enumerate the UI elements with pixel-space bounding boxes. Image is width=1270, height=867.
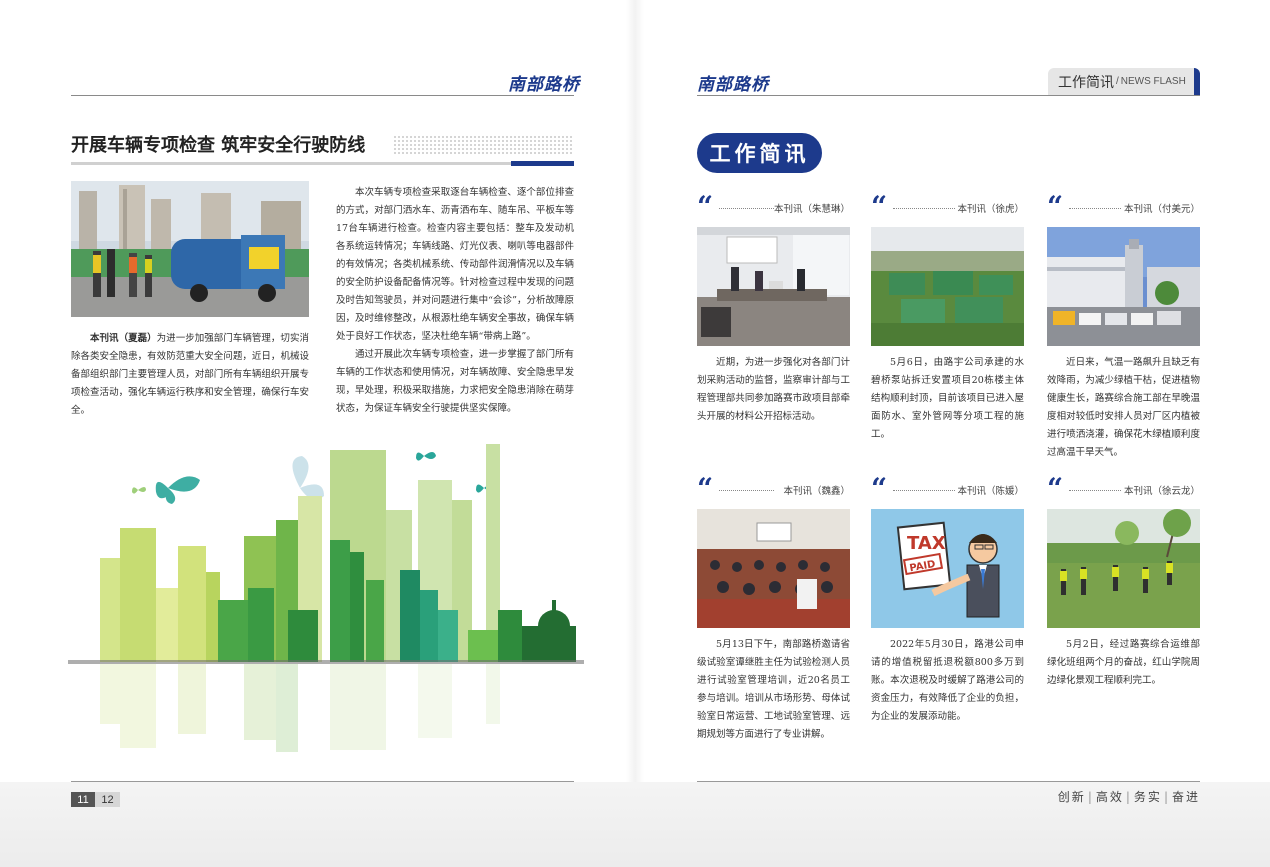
brief-text: 5月6日，由路宇公司承建的水碧桥泵站拆迁安置项目20栋楼主体结构顺利封顶，目前该… (871, 357, 1024, 440)
slogan-word: 务实 (1133, 790, 1162, 804)
article-photo-truck (71, 181, 309, 317)
brief-source: 本刊讯（徐虎） (957, 204, 1024, 215)
brief-item-6: “ 本刊讯（徐云龙） 5月2日，经过路赛综合运维部绿化班组两个月的奋战，红山学院… (1047, 475, 1200, 690)
slogan-separator: | (1163, 790, 1170, 804)
slogan-word: 高效 (1095, 790, 1124, 804)
article-caption: 本刊讯（夏磊）为进一步加强部门车辆管理，切实消除各类安全隐患，有效防范重大安全问… (71, 330, 309, 420)
section-tab-edge (1194, 68, 1200, 95)
brief-byline: “ 本刊讯（陈媛） (871, 475, 1024, 503)
brief-illustration-tax: TAX PAID (871, 509, 1024, 628)
quote-mark-icon: “ (1047, 472, 1064, 505)
brief-byline: “ 本刊讯（魏鑫） (697, 475, 850, 503)
quote-mark-icon: “ (871, 472, 888, 505)
header-logo-left: 南部路桥 (508, 75, 580, 95)
brief-source: 本刊讯（魏鑫） (783, 486, 850, 497)
footer-rule-left (71, 781, 574, 782)
article-caption-paragraph: 本刊讯（夏磊）为进一步加强部门车辆管理，切实消除各类安全隐患，有效防范重大安全问… (71, 330, 309, 420)
quote-mark-icon: “ (697, 472, 714, 505)
brief-text: 5月2日，经过路赛综合运维部绿化班组两个月的奋战，红山学院周边绿化景观工程顺利完… (1047, 639, 1200, 686)
article-body: 本次车辆专项检查采取逐台车辆检查、逐个部位排查的方式，对部门洒水车、沥青洒布车、… (336, 184, 574, 418)
slogan-word: 奋进 (1171, 790, 1200, 804)
brief-photo-training (697, 509, 850, 628)
page-spine (626, 0, 644, 867)
brief-byline: “ 本刊讯（朱慧琳） (697, 193, 850, 221)
slogan-separator: | (1087, 790, 1094, 804)
brief-item-3: “ 本刊讯（付美元） 近日来，气温一路飙升且缺乏有效降雨，为减少绿植干枯，促进植… (1047, 193, 1200, 462)
article-paragraph-2: 通过开展此次车辆专项检查，进一步掌握了部门所有车辆的工作状态和使用情况，对车辆故… (336, 349, 574, 414)
byline-dots (893, 208, 955, 209)
quote-mark-icon: “ (697, 190, 714, 223)
byline-dots (893, 490, 955, 491)
article-paragraph-1: 本次车辆专项检查采取逐台车辆检查、逐个部位排查的方式，对部门洒水车、沥青洒布车、… (336, 187, 574, 342)
quote-mark-icon: “ (871, 190, 888, 223)
article-title: 开展车辆专项检查 筑牢安全行驶防线 (71, 135, 366, 156)
byline-dots (1069, 490, 1121, 491)
brief-item-5: “ 本刊讯（陈媛） TAX PAID 2022年5月30日，路港公司申请的增值税… (871, 475, 1024, 726)
brief-byline: “ 本刊讯（徐虎） (871, 193, 1024, 221)
brief-item-1: “ 本刊讯（朱慧琳） 近期，为进一步强化对各部门计划采购活动的监督，监察审计部与… (697, 193, 850, 426)
section-tab-subtitle: NEWS FLASH (1120, 76, 1186, 87)
header-rule-right (697, 95, 1200, 96)
page-number-left: 11 (71, 792, 95, 807)
brief-source: 本刊讯（陈媛） (957, 486, 1024, 497)
brief-photo-construction (871, 227, 1024, 346)
brief-text: 2022年5月30日，路港公司申请的增值税留抵退税额800多万到账。本次退税及时… (871, 639, 1024, 722)
section-tab-separator: / (1116, 76, 1119, 87)
brief-text: 近日来，气温一路飙升且缺乏有效降雨，为减少绿植干枯，促进植物健康生长，路赛综合施… (1047, 357, 1200, 458)
caption-text: 为进一步加强部门车辆管理，切实消除各类安全隐患，有效防范重大安全问题，近日，机械… (71, 333, 309, 416)
slogan-word: 创新 (1057, 790, 1086, 804)
city-illustration (68, 440, 588, 752)
section-tab-title: 工作简讯 (1058, 74, 1114, 91)
brief-photo-landscaping (1047, 509, 1200, 628)
title-underline (71, 162, 511, 165)
byline-dots (1069, 208, 1121, 209)
header-rule-left (71, 95, 574, 96)
byline-dots (719, 208, 774, 209)
title-dot-pattern (393, 135, 574, 155)
brief-text: 5月13日下午，南部路桥邀请省级试验室谭继胜主任为试验检测人员进行试验室管理培训… (697, 639, 850, 740)
quote-mark-icon: “ (1047, 190, 1064, 223)
brief-source: 本刊讯（朱慧琳） (773, 204, 850, 215)
title-underline-accent (511, 161, 574, 166)
footer-slogan: 创新 | 高效 | 务实 | 奋进 (1058, 788, 1200, 805)
byline-dots (719, 490, 774, 491)
brief-source: 本刊讯（付美元） (1123, 204, 1200, 215)
briefs-title-text: 工作简讯 (709, 141, 810, 166)
tax-text: TAX (907, 533, 946, 554)
header-logo-right: 南部路桥 (697, 75, 769, 95)
brief-photo-factory (1047, 227, 1200, 346)
brief-byline: “ 本刊讯（付美元） (1047, 193, 1200, 221)
brief-item-4: “ 本刊讯（魏鑫） 5月13日下午，南部路桥邀请省级试验室谭继胜主任为试验检测人… (697, 475, 850, 744)
brief-byline: “ 本刊讯（徐云龙） (1047, 475, 1200, 503)
brief-photo-meeting (697, 227, 850, 346)
slogan-separator: | (1125, 790, 1132, 804)
brief-text: 近期，为进一步强化对各部门计划采购活动的监督，监察审计部与工程管理部共同参加路赛… (697, 357, 850, 422)
briefs-section-title: 工作简讯 (697, 133, 822, 173)
footer-rule-right (697, 781, 1200, 782)
section-tab: 工作简讯 / NEWS FLASH (1048, 68, 1200, 95)
brief-source: 本刊讯（徐云龙） (1123, 486, 1200, 497)
page-number-right: 12 (95, 792, 120, 807)
caption-byline: 本刊讯（夏磊） (90, 333, 157, 344)
brief-item-2: “ 本刊讯（徐虎） 5月6日，由路宇公司承建的水碧桥泵站拆迁安置项目20栋楼主体… (871, 193, 1024, 444)
